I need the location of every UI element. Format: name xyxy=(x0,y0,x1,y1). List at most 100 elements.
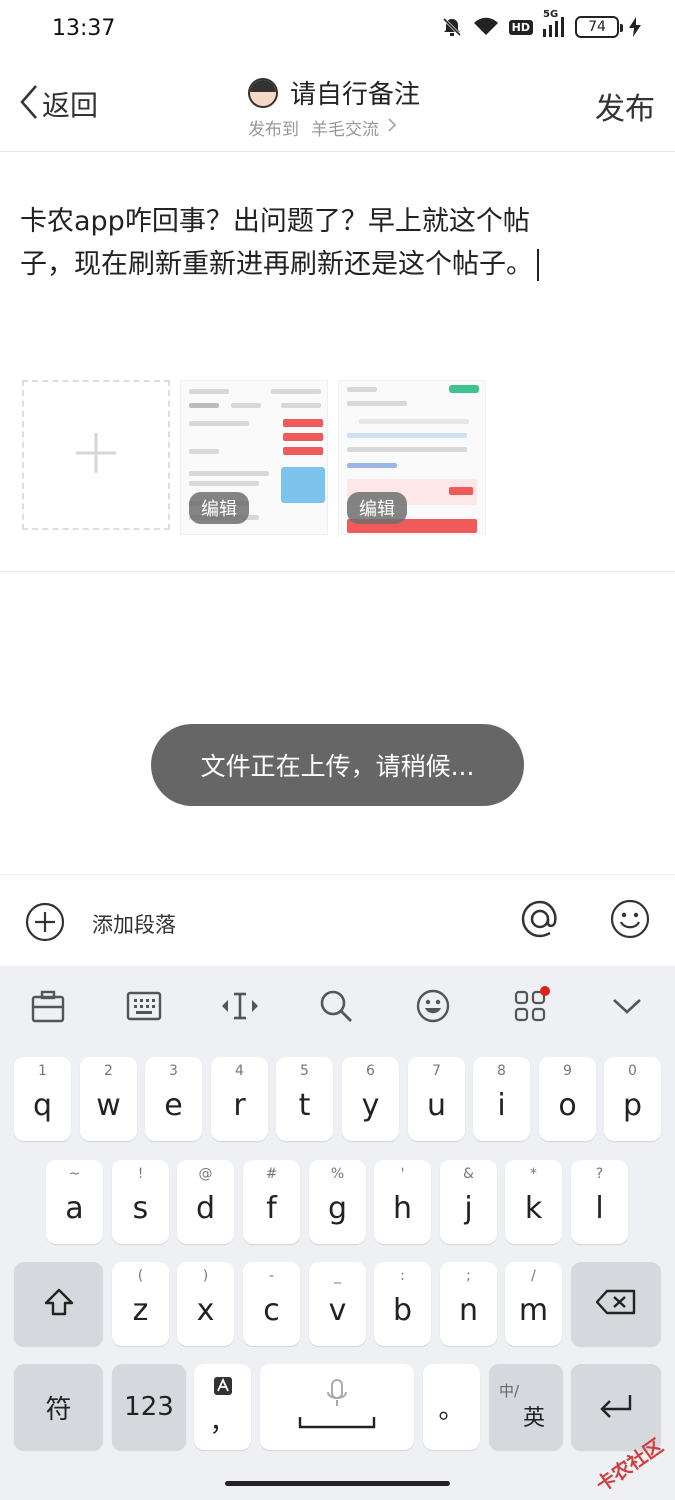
post-text-line-1: 卡农app咋回事？出问题了？早上就这个帖 xyxy=(20,206,530,237)
add-paragraph-button[interactable]: 添加段落 xyxy=(24,901,176,947)
image-list: 编辑 编辑 xyxy=(22,380,486,535)
key-j[interactable]: & j xyxy=(440,1160,497,1244)
keyboard-layout-button[interactable] xyxy=(124,988,164,1028)
keyboard-icon xyxy=(126,991,162,1025)
charging-icon xyxy=(629,17,641,37)
key-m[interactable]: / m xyxy=(505,1262,562,1346)
symbol-key[interactable]: 符 xyxy=(14,1364,103,1450)
key-o[interactable]: 9o xyxy=(539,1057,596,1141)
key-p[interactable]: 0p xyxy=(604,1057,661,1141)
signal-icon: 5G xyxy=(543,9,565,37)
key-x[interactable]: ) x xyxy=(177,1262,234,1346)
key-z[interactable]: (z xyxy=(112,1262,169,1346)
add-image-button[interactable] xyxy=(22,380,170,530)
lang-key-main: 英 xyxy=(522,1406,545,1431)
key-r[interactable]: 4r xyxy=(211,1057,268,1141)
comma-key[interactable]: ， xyxy=(194,1364,251,1450)
key-k[interactable]: * k xyxy=(505,1160,562,1244)
input-method-icon xyxy=(213,1376,233,1400)
microphone-icon xyxy=(324,1378,350,1414)
shift-arrow-icon xyxy=(43,1287,75,1321)
key-b[interactable]: :b xyxy=(374,1262,431,1346)
key-t[interactable]: 5t xyxy=(276,1057,333,1141)
mention-button[interactable] xyxy=(518,897,562,945)
board-selector[interactable]: 发布到 羊毛交流 xyxy=(248,115,420,140)
status-bar: 13:37 HD 5G 74 xyxy=(0,0,675,62)
publish-button[interactable]: 发布 xyxy=(595,84,655,128)
shift-key[interactable] xyxy=(14,1262,103,1346)
chevron-right-icon xyxy=(387,117,397,138)
battery-indicator: 74 xyxy=(575,16,623,38)
key-q[interactable]: 1q xyxy=(14,1057,71,1141)
key-y[interactable]: 6y xyxy=(342,1057,399,1141)
cursor-move-button[interactable] xyxy=(220,988,260,1028)
text-cursor xyxy=(537,248,539,281)
home-indicator[interactable] xyxy=(225,1481,450,1486)
language-switch-key[interactable]: 中/ 英 xyxy=(489,1364,563,1450)
hd-badge: HD xyxy=(508,19,533,35)
space-key[interactable] xyxy=(260,1364,414,1450)
publish-to-label: 发布到 xyxy=(248,120,299,140)
chevron-left-icon xyxy=(18,82,40,126)
page-title: 请自行备注 xyxy=(290,80,421,110)
key-f[interactable]: # f xyxy=(243,1160,300,1244)
search-icon xyxy=(318,988,354,1028)
key-l[interactable]: ? l xyxy=(571,1160,628,1244)
key-a[interactable]: ~ a xyxy=(46,1160,103,1244)
post-text-editor[interactable]: 卡农app咋回事？出问题了？早上就这个帖 子，现在刷新重新进再刷新还是这个帖子。 xyxy=(20,200,620,286)
status-icons: HD 5G 74 xyxy=(441,9,641,38)
plus-icon xyxy=(74,431,118,479)
backspace-key[interactable] xyxy=(571,1262,661,1346)
edit-image-button-2[interactable]: 编辑 xyxy=(347,492,407,524)
collapse-keyboard-button[interactable] xyxy=(607,988,647,1028)
board-name: 羊毛交流 xyxy=(311,120,379,140)
period-key[interactable]: 。 xyxy=(423,1364,480,1450)
avatar xyxy=(248,77,278,108)
chevron-down-icon xyxy=(611,996,643,1020)
content-divider xyxy=(0,571,675,572)
image-thumbnail-1[interactable]: 编辑 xyxy=(180,380,328,535)
header: 返回 请自行备注 发布到 羊毛交流 发布 xyxy=(0,62,675,152)
back-button[interactable]: 返回 xyxy=(18,82,98,126)
emoji-button[interactable] xyxy=(608,897,652,945)
mute-bell-icon xyxy=(441,16,463,38)
clipboard-button[interactable] xyxy=(28,988,68,1028)
notification-dot xyxy=(540,986,550,996)
lang-key-sub: 中/ xyxy=(499,1382,520,1400)
key-i[interactable]: 8i xyxy=(473,1057,530,1141)
post-target[interactable]: 请自行备注 发布到 羊毛交流 xyxy=(248,74,420,140)
key-h[interactable]: ' h xyxy=(374,1160,431,1244)
status-time: 13:37 xyxy=(52,16,116,41)
key-u[interactable]: 7u xyxy=(408,1057,465,1141)
key-v[interactable]: _ v xyxy=(309,1262,366,1346)
grid-icon xyxy=(514,986,550,1026)
edit-image-button-1[interactable]: 编辑 xyxy=(189,492,249,524)
backspace-icon xyxy=(595,1288,637,1320)
add-paragraph-label: 添加段落 xyxy=(92,913,176,937)
key-c[interactable]: -c xyxy=(243,1262,300,1346)
number-key[interactable]: 123 xyxy=(112,1364,186,1450)
key-e[interactable]: 3e xyxy=(145,1057,202,1141)
upload-toast: 文件正在上传，请稍候... xyxy=(151,724,524,806)
enter-arrow-icon xyxy=(598,1391,634,1423)
key-w[interactable]: 2w xyxy=(80,1057,137,1141)
post-text-line-2-content: 子，现在刷新重新进再刷新还是这个帖子。 xyxy=(20,249,533,280)
keyboard-apps-button[interactable] xyxy=(510,986,550,1028)
soft-keyboard: 1q 2w 3e 4r 5t 6y 7u 8i 9o 0p ~ a ! s @ d #… xyxy=(0,966,675,1500)
keyboard-emoji-button[interactable] xyxy=(413,988,453,1028)
space-bar-icon xyxy=(298,1414,376,1433)
editor-toolbar: 添加段落 xyxy=(0,874,675,966)
smiley-icon xyxy=(415,988,451,1028)
at-sign-icon xyxy=(518,900,562,945)
back-label: 返回 xyxy=(42,89,99,122)
briefcase-icon xyxy=(30,989,66,1027)
post-text-line-2: 子，现在刷新重新进再刷新还是这个帖子。 xyxy=(20,243,620,286)
image-thumbnail-2[interactable]: 编辑 xyxy=(338,380,486,535)
key-s[interactable]: ! s xyxy=(112,1160,169,1244)
key-n[interactable]: ; n xyxy=(440,1262,497,1346)
key-d[interactable]: @ d xyxy=(177,1160,234,1244)
plus-circle-icon xyxy=(24,901,66,947)
keyboard-search-button[interactable] xyxy=(316,988,356,1028)
key-g[interactable]: % g xyxy=(309,1160,366,1244)
wifi-icon xyxy=(473,17,499,37)
